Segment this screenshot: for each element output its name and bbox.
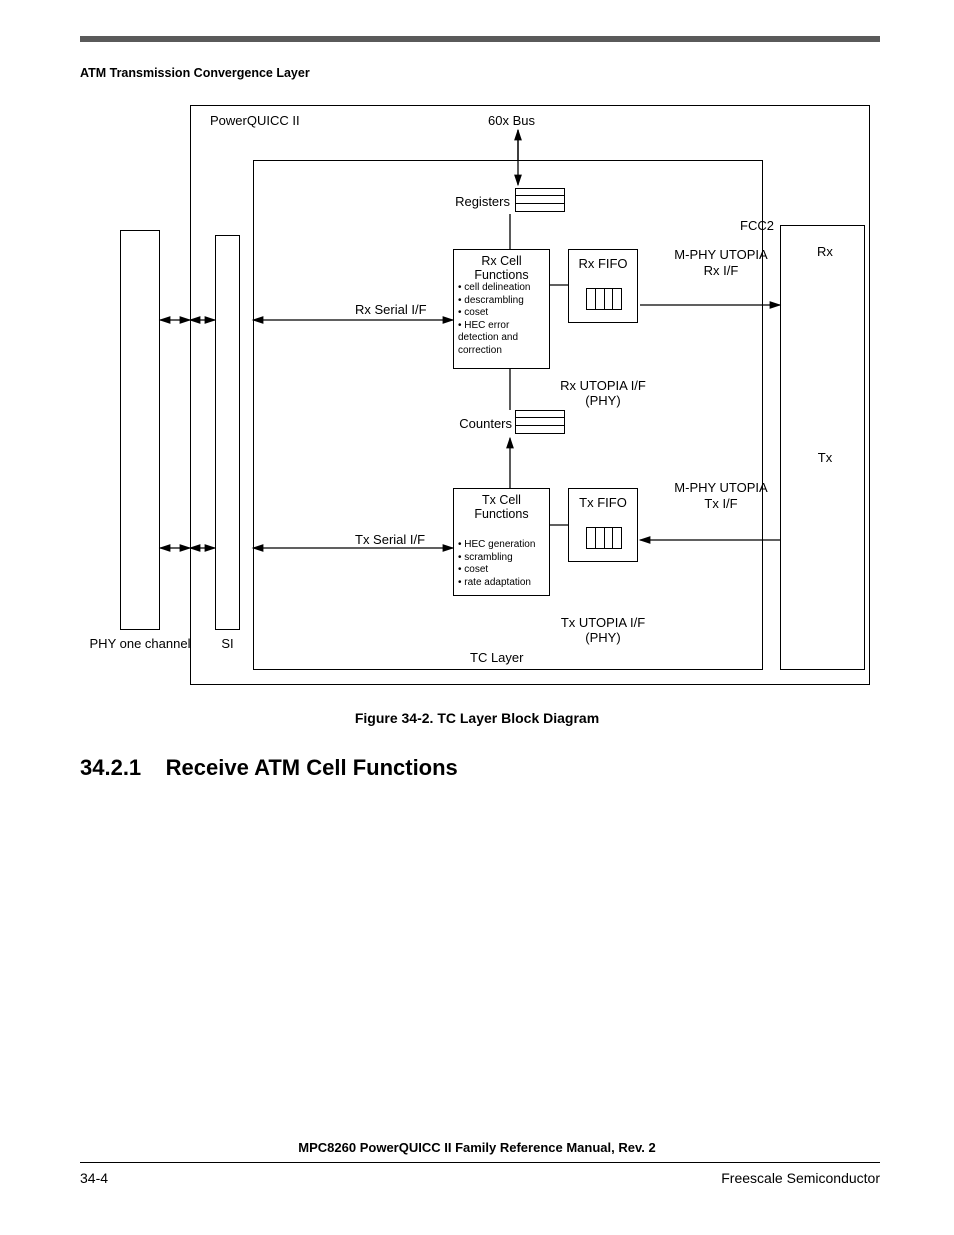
section-number: 34.2.1: [80, 755, 141, 780]
figure-caption: Figure 34-2. TC Layer Block Diagram: [0, 710, 954, 726]
footer-manual-title: MPC8260 PowerQUICC II Family Reference M…: [0, 1140, 954, 1155]
section-heading: 34.2.1 Receive ATM Cell Functions: [80, 755, 458, 781]
running-header: ATM Transmission Convergence Layer: [80, 66, 310, 80]
footer-vendor: Freescale Semiconductor: [721, 1170, 880, 1186]
top-rule: [80, 36, 880, 42]
section-title-text: Receive ATM Cell Functions: [166, 755, 458, 780]
diagram-arrows: [120, 100, 880, 690]
footer-rule: [80, 1162, 880, 1163]
tc-layer-diagram: PowerQUICC II 60x Bus Registers Counters…: [120, 100, 880, 690]
footer-page: 34-4: [80, 1170, 108, 1186]
